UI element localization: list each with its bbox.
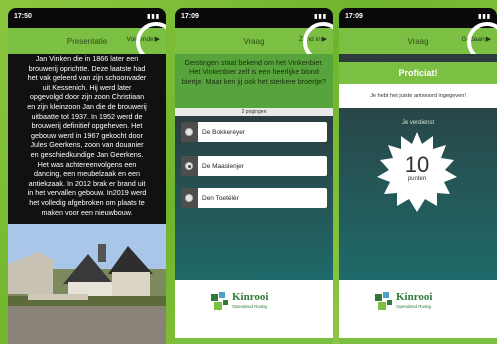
phone-presentation: 17:50 ▮▮▮ Presentatie Volgende ▶ Jan Vin… xyxy=(8,8,166,344)
points-unit: punten xyxy=(407,176,427,182)
phone-question: 17:09 ▮▮▮ Vraag Zend in ▶ Geistingen sta… xyxy=(175,8,333,344)
points-badge: 10 punten xyxy=(377,132,457,212)
text-line: het volledig afgebroken om plaats te xyxy=(29,197,145,207)
nav-bar: Vraag Zend in ▶ xyxy=(175,22,333,62)
footer: Kinrooi Opendend Rustig xyxy=(339,280,497,344)
nav-bar: Vraag Gedaan ▶ xyxy=(339,22,497,62)
kinrooi-logo-icon xyxy=(211,292,228,310)
status-bar: 17:09 ▮▮▮ xyxy=(175,8,333,24)
nav-title: Vraag xyxy=(407,36,429,46)
question-text: Geistingen staat bekend om het Vinkenbie… xyxy=(175,54,333,108)
answer-option[interactable]: Den Toetélèr xyxy=(181,188,327,208)
text-line: en geschiedkundige Jan Geerkens. xyxy=(30,149,144,159)
footer: Kinrooi Opendend Rustig xyxy=(175,280,333,344)
kinrooi-logo: Kinrooi Opendend Rustig xyxy=(211,292,268,312)
text-line: maken voor een nieuwbouw. xyxy=(41,207,133,217)
text-line: brouwerij oprichtte. Deze laatste had xyxy=(28,63,146,73)
earned-label: Je verdienst xyxy=(401,120,435,126)
logo-tagline: Opendend Rustig xyxy=(396,304,432,309)
text-line: Jan Vinken die in 1866 later een xyxy=(35,54,139,63)
radio-icon xyxy=(185,162,193,170)
option-bar xyxy=(181,188,198,208)
text-line: opgevolgd door zijn zoon Christiaan xyxy=(29,92,145,102)
logo-tagline: Opendend Rustig xyxy=(232,304,268,309)
status-bar: 17:50 ▮▮▮ xyxy=(8,8,166,24)
signal-icon: ▮▮▮ xyxy=(478,13,491,20)
bottom-bar xyxy=(339,338,497,344)
status-time: 17:09 xyxy=(181,12,199,20)
points-display: 10 punten xyxy=(377,152,457,183)
nav-title: Presentatie xyxy=(66,36,108,46)
signal-icon: ▮▮▮ xyxy=(147,13,160,20)
points-value: 10 xyxy=(404,152,430,177)
congrats-banner: Proficiat! xyxy=(339,62,497,84)
text-line: uit Kessenich. Hij werd later xyxy=(42,82,132,92)
text-line: antiekzaak. In 2012 brak er brand uit xyxy=(28,178,146,188)
status-time: 17:09 xyxy=(345,12,363,20)
text-line: Jules Geerkens, zoon van douanier xyxy=(30,140,144,150)
status-bar: 17:09 ▮▮▮ xyxy=(339,8,497,24)
kinrooi-logo-icon xyxy=(375,292,392,310)
text-line: het vak geleerd van zijn schoonvader xyxy=(27,73,147,83)
option-bar xyxy=(181,122,198,142)
option-label: De Bokkereyer xyxy=(202,128,245,136)
logo-name: Kinrooi xyxy=(396,291,433,303)
answer-option-selected[interactable]: De Maaslenjer xyxy=(181,156,327,176)
phone-result: 17:09 ▮▮▮ Vraag Gedaan ▶ Proficiat! Je h… xyxy=(339,8,497,344)
radio-icon xyxy=(185,128,193,136)
option-bar xyxy=(181,156,198,176)
bottom-bar xyxy=(175,338,333,344)
correct-message: Je hebt het juiste antwoord ingegeven! xyxy=(339,84,497,108)
signal-icon: ▮▮▮ xyxy=(314,13,327,20)
text-line: brouwerij definitief opgeheven. Het xyxy=(31,121,143,131)
nav-bar: Presentatie Volgende ▶ xyxy=(8,22,166,62)
radio-icon xyxy=(185,194,193,202)
kinrooi-logo: Kinrooi Opendend Rustig xyxy=(375,292,432,312)
status-time: 17:50 xyxy=(14,12,32,20)
text-line: dancing, een meubelzaak en een xyxy=(34,169,140,179)
presentation-text: Jan Vinken die in 1866 later een brouwer… xyxy=(8,54,166,224)
option-label: De Maaslenjer xyxy=(202,162,244,170)
text-line: gebouw werd in 1967 gekocht door xyxy=(31,130,143,140)
logo-name: Kinrooi xyxy=(232,291,269,303)
nav-title: Vraag xyxy=(243,36,265,46)
option-label: Den Toetélèr xyxy=(202,194,239,202)
text-line: Het was achtereenvolgens een xyxy=(37,159,137,169)
house-photo xyxy=(8,224,166,344)
attempts-label: 2 pogingen xyxy=(175,108,333,116)
text-line: in het vervallen gebouw. In2019 werd xyxy=(27,188,147,198)
answer-option[interactable]: De Bokkereyer xyxy=(181,122,327,142)
text-line: en zijn kleinzoon Jan die de brouwerij xyxy=(27,101,147,111)
text-line: uitbaatte tot 1937. In 1952 werd de xyxy=(31,111,143,121)
